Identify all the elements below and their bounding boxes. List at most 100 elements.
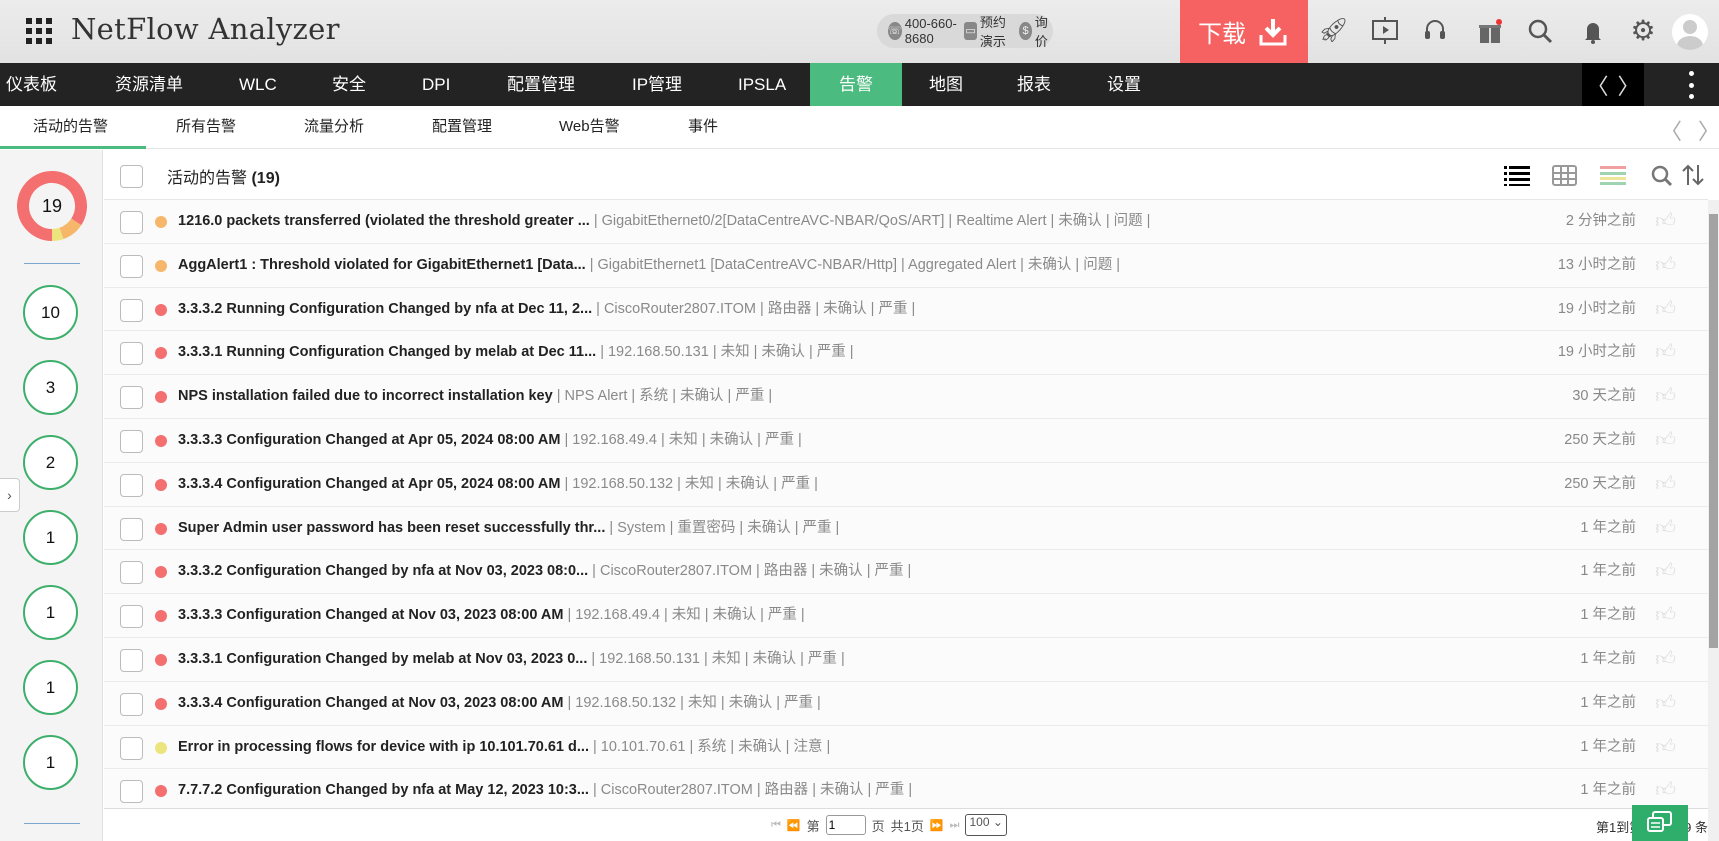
nav-config[interactable]: 配置管理 [504,63,578,106]
alarm-message[interactable]: Error in processing flows for device wit… [178,726,830,769]
row-checkbox[interactable] [120,473,143,497]
nav-ipam[interactable]: IP管理 [629,63,685,106]
row-checkbox[interactable] [120,561,143,585]
table-row[interactable]: 3.3.3.1 Configuration Changed by melab a… [104,638,1708,682]
row-checkbox[interactable] [120,780,143,804]
tab-active-alarms[interactable]: 活动的告警 [0,106,146,149]
alarm-message[interactable]: AggAlert1 : Threshold violated for Gigab… [178,244,1120,287]
table-row[interactable]: 7.7.7.2 Configuration Changed by nfa at … [104,769,1708,814]
per-page-select[interactable]: 100 ⌄ [965,814,1007,836]
tab-all-alarms[interactable]: 所有告警 [176,106,236,149]
acknowledge-thumb-icon[interactable]: 👍︎ [1655,342,1676,362]
select-all-checkbox[interactable] [120,165,143,188]
row-checkbox[interactable] [120,342,143,366]
app-grid-icon[interactable] [26,18,52,44]
table-row[interactable]: NPS installation failed due to incorrect… [104,375,1708,419]
acknowledge-thumb-icon[interactable]: 👍︎ [1655,605,1676,625]
acknowledge-thumb-icon[interactable]: 👍︎ [1655,430,1676,450]
severity-count-circle[interactable]: 2 [23,435,78,490]
tab-flow-analysis[interactable]: 流量分析 [304,106,364,149]
severity-count-circle[interactable]: 10 [23,285,78,340]
table-row[interactable]: 3.3.3.1 Running Configuration Changed by… [104,331,1708,376]
table-row[interactable]: 1216.0 packets transferred (violated the… [104,200,1708,244]
alarm-title[interactable]: 3.3.3.4 Configuration Changed at Nov 03,… [178,695,563,711]
search-icon[interactable] [1525,16,1555,46]
severity-count-circle[interactable]: 1 [23,735,78,790]
nav-inventory[interactable]: 资源清单 [112,63,186,106]
chevron-right-icon[interactable]: 〉 [1617,69,1639,101]
alarm-title[interactable]: 3.3.3.1 Running Configuration Changed by… [178,344,596,360]
price-link[interactable]: 询价 [1035,12,1053,50]
nav-reports[interactable]: 报表 [1014,63,1054,106]
acknowledge-thumb-icon[interactable]: 👍︎ [1655,211,1676,231]
subtab-scroll[interactable]: 〈〉 [1660,114,1719,146]
table-row[interactable]: 3.3.3.4 Configuration Changed at Nov 03,… [104,681,1708,726]
row-checkbox[interactable] [120,649,143,672]
sort-icon[interactable] [1680,163,1706,187]
chevron-left-icon[interactable]: 〈 [1586,69,1608,101]
severity-count-circle[interactable]: 3 [23,360,78,415]
alarm-title[interactable]: Error in processing flows for device wit… [178,739,589,755]
next-page-icon[interactable]: ⏩ [930,819,944,832]
table-row[interactable]: 3.3.3.2 Running Configuration Changed by… [104,287,1708,332]
demo-link[interactable]: 预约演示 [980,12,1016,50]
alarm-message[interactable]: 3.3.3.3 Configuration Changed at Nov 03,… [178,594,805,637]
row-checkbox[interactable] [120,386,143,410]
chat-button[interactable] [1632,805,1688,841]
severity-count-circle[interactable]: 1 [23,585,78,640]
alarm-message[interactable]: 3.3.3.2 Configuration Changed by nfa at … [178,550,911,593]
list-view-icon[interactable] [1504,163,1530,187]
severity-count-circle[interactable]: 1 [23,660,78,715]
avatar[interactable] [1672,14,1708,50]
rocket-icon[interactable]: 🚀︎ [1318,16,1348,46]
gear-icon[interactable]: ⚙ [1628,16,1658,46]
first-page-icon[interactable]: ⏮ [771,819,781,832]
acknowledge-thumb-icon[interactable]: 👍︎ [1655,561,1676,581]
alarm-message[interactable]: Super Admin user password has been reset… [178,507,839,550]
acknowledge-thumb-icon[interactable]: 👍︎ [1655,299,1676,319]
acknowledge-thumb-icon[interactable]: 👍︎ [1655,737,1676,757]
alarm-title[interactable]: AggAlert1 : Threshold violated for Gigab… [178,257,586,273]
alarm-message[interactable]: 1216.0 packets transferred (violated the… [178,200,1150,243]
alarm-message[interactable]: NPS installation failed due to incorrect… [178,375,772,418]
download-button[interactable]: 下载 [1180,0,1308,63]
alarm-message[interactable]: 3.3.3.1 Running Configuration Changed by… [178,331,854,374]
alarm-message[interactable]: 7.7.7.2 Configuration Changed by nfa at … [178,769,912,812]
alarm-message[interactable]: 3.3.3.1 Configuration Changed by melab a… [178,638,845,681]
severity-view-icon[interactable] [1600,163,1626,187]
row-checkbox[interactable] [120,517,143,541]
acknowledge-thumb-icon[interactable]: 👍︎ [1655,649,1676,669]
alarm-message[interactable]: 3.3.3.3 Configuration Changed at Apr 05,… [178,419,802,462]
table-row[interactable]: AggAlert1 : Threshold violated for Gigab… [104,243,1708,288]
alarm-message[interactable]: 3.3.3.4 Configuration Changed at Nov 03,… [178,682,821,725]
table-row[interactable]: 3.3.3.3 Configuration Changed at Nov 03,… [104,594,1708,638]
nav-alarms[interactable]: 告警 [810,63,902,106]
nav-ipsla[interactable]: IPSLA [735,63,789,106]
alarm-message[interactable]: 3.3.3.4 Configuration Changed at Apr 05,… [178,463,818,506]
row-checkbox[interactable] [120,692,143,716]
tab-web-alarms[interactable]: Web告警 [559,106,620,149]
acknowledge-thumb-icon[interactable]: 👍︎ [1655,386,1676,406]
table-row[interactable]: 3.3.3.3 Configuration Changed at Apr 05,… [104,419,1708,463]
grid-view-icon[interactable] [1552,163,1578,187]
scrollbar-thumb[interactable] [1709,214,1718,648]
alarm-title[interactable]: 1216.0 packets transferred (violated the… [178,213,590,229]
row-checkbox[interactable] [120,298,143,322]
alarm-title[interactable]: 3.3.3.2 Configuration Changed by nfa at … [178,563,588,579]
tab-config-management[interactable]: 配置管理 [432,106,492,149]
search-icon[interactable] [1650,163,1676,187]
last-page-icon[interactable]: ⏭ [950,819,960,832]
nav-dpi[interactable]: DPI [419,63,453,106]
headset-icon[interactable] [1420,16,1450,46]
bell-icon[interactable] [1578,16,1608,46]
alarm-title[interactable]: 3.3.3.3 Configuration Changed at Nov 03,… [178,607,563,623]
table-row[interactable]: 3.3.3.2 Configuration Changed by nfa at … [104,550,1708,595]
table-row[interactable]: 3.3.3.4 Configuration Changed at Apr 05,… [104,462,1708,507]
alarm-message[interactable]: 3.3.3.2 Running Configuration Changed by… [178,288,915,331]
severity-count-circle[interactable]: 1 [23,510,78,565]
nav-security[interactable]: 安全 [329,63,369,106]
nav-maps[interactable]: 地图 [926,63,966,106]
row-checkbox[interactable] [120,254,143,278]
prev-page-icon[interactable]: ⏪ [787,819,801,832]
acknowledge-thumb-icon[interactable]: 👍︎ [1655,255,1676,275]
